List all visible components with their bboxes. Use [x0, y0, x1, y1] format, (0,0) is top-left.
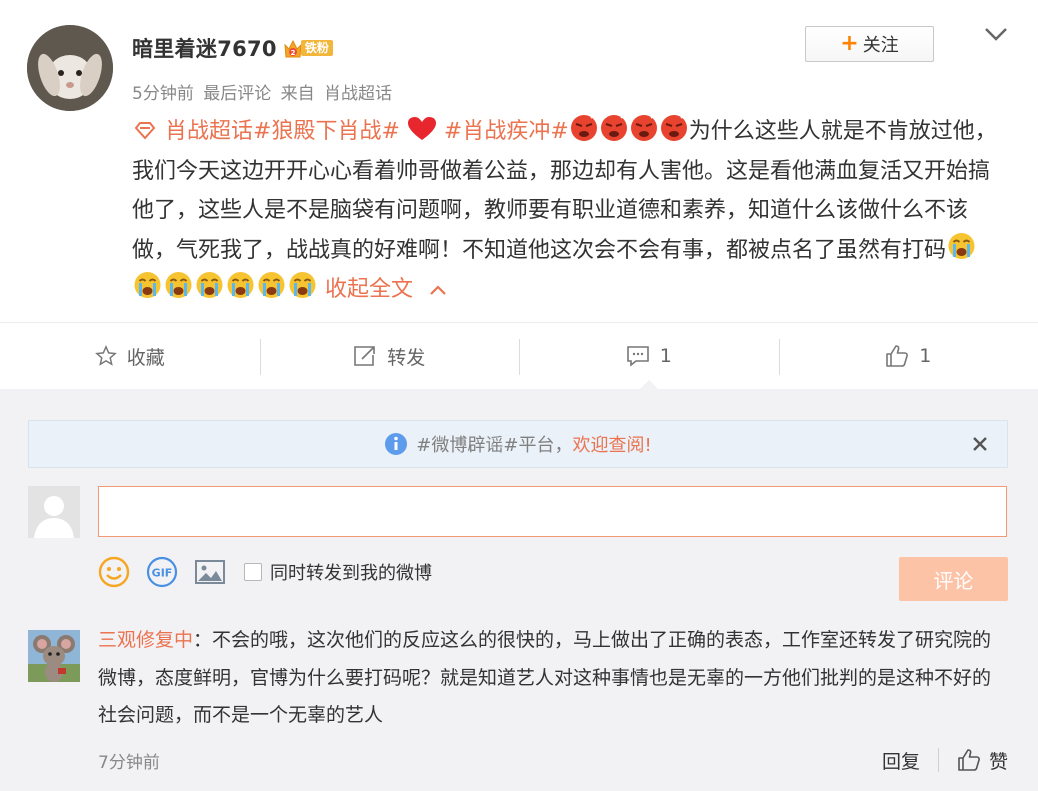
submit-comment-button[interactable]: 评论	[899, 557, 1008, 601]
topic-link-2[interactable]: #肖战疾冲#	[444, 119, 569, 144]
diamond-topic-icon	[134, 122, 156, 140]
rabbit-photo	[27, 25, 113, 111]
default-avatar-icon	[28, 486, 80, 538]
comment-text: ：不会的哦，这次他们的反应这么的很快的，马上做出了正确的表态，工作室还转发了研究…	[98, 629, 992, 726]
divider	[937, 748, 939, 772]
author-avatar[interactable]	[27, 25, 113, 111]
repost-icon	[354, 346, 376, 366]
chevron-down-icon[interactable]	[984, 26, 1008, 42]
image-icon	[195, 560, 225, 584]
repost-checkbox[interactable]: 同时转发到我的微博	[244, 559, 432, 585]
crying-face-icon	[258, 272, 285, 298]
follow-button[interactable]: + 关注	[805, 26, 934, 62]
svg-text:GIF: GIF	[152, 567, 173, 580]
crying-face-icon	[948, 232, 975, 259]
crying-face-icon	[227, 272, 254, 298]
topic-link-1[interactable]: #狼殿下肖战#	[253, 119, 400, 144]
crying-face-icon	[165, 272, 192, 298]
comment-content: 三观修复中：不会的哦，这次他们的反应这么的很快的，马上做出了正确的表态，工作室还…	[98, 622, 1008, 735]
fan-badge[interactable]: 2 铁粉	[283, 37, 333, 59]
fan-badge-label: 铁粉	[300, 40, 333, 56]
smiley-icon	[98, 556, 130, 588]
plus-icon: +	[840, 31, 859, 56]
gif-button[interactable]: GIF	[146, 556, 178, 588]
weibo-post: 暗里着迷7670 2 铁粉 5分钟前 最后评论 来自 肖战超话 + 关注 肖战超…	[0, 0, 1038, 322]
angry-face-icon	[600, 113, 627, 141]
rumor-notice-banner: #微博辟谣#平台， 欢迎查阅!	[28, 420, 1008, 468]
collapse-label: 收起全文	[325, 277, 414, 302]
gif-icon: GIF	[146, 556, 178, 588]
last-comment-label: 最后评论	[203, 84, 272, 104]
notice-link[interactable]: 欢迎查阅!	[572, 431, 651, 457]
post-time[interactable]: 5分钟前	[132, 84, 194, 104]
angry-face-icons	[569, 113, 689, 144]
checkbox-box[interactable]	[244, 563, 262, 581]
commenter-avatar[interactable]	[28, 630, 80, 682]
author-username[interactable]: 暗里着迷7670	[132, 33, 277, 63]
image-button[interactable]	[194, 558, 226, 586]
current-user-avatar	[28, 486, 80, 538]
comment-time: 7分钟前	[98, 752, 160, 773]
mouse-cartoon-avatar	[28, 630, 80, 682]
reply-button[interactable]: 回复	[882, 747, 938, 774]
collapse-text-link[interactable]: 收起全文	[325, 277, 454, 302]
angry-face-icon	[630, 113, 657, 141]
post-source[interactable]: 肖战超话	[324, 84, 392, 104]
comment-button[interactable]: 1	[519, 323, 779, 389]
post-meta: 5分钟前 最后评论 来自 肖战超话	[132, 79, 396, 104]
fan-level: 2	[290, 49, 295, 57]
comment-footer: 7分钟前 回复 赞	[98, 742, 1008, 778]
fan-crown-icon: 2	[284, 39, 302, 58]
thumbs-up-icon	[886, 345, 909, 367]
like-button[interactable]: 1	[778, 323, 1038, 389]
like-count: 1	[919, 345, 932, 367]
comment-like-label: 赞	[988, 750, 1008, 773]
favorite-button[interactable]: 收藏	[0, 323, 260, 389]
info-icon	[385, 433, 408, 455]
commenter-username[interactable]: 三观修复中	[98, 629, 193, 651]
supertopic-link[interactable]: 肖战超话	[165, 119, 253, 144]
notice-topic[interactable]: #微博辟谣#平台，	[416, 431, 572, 457]
favorite-label: 收藏	[126, 346, 165, 369]
comment-input[interactable]	[98, 486, 1007, 537]
author-row: 暗里着迷7670 2 铁粉	[132, 33, 333, 63]
repost-option-label: 同时转发到我的微博	[270, 563, 432, 584]
post-action-bar: 收藏 转发 1 1	[0, 322, 1038, 389]
crying-face-icon	[289, 272, 316, 298]
angry-face-icon	[660, 113, 687, 141]
angry-face-icon	[570, 113, 597, 141]
repost-button[interactable]: 转发	[259, 323, 520, 389]
chevron-up-icon	[430, 285, 446, 295]
comment-section: #微博辟谣#平台， 欢迎查阅! GIF 同时转发到我的微博 评论 三观修复中：不…	[0, 389, 1038, 791]
crying-face-icon	[196, 272, 223, 298]
comment-like-button[interactable]: 赞	[957, 747, 1008, 774]
comment-toolbar: GIF 同时转发到我的微博	[98, 554, 432, 590]
emoji-button[interactable]	[98, 556, 130, 588]
source-prefix: 来自	[280, 84, 315, 104]
red-heart-icon	[407, 117, 436, 140]
crying-face-icon	[134, 272, 161, 298]
star-icon	[94, 345, 117, 366]
post-content: 肖战超话#狼殿下肖战# #肖战疾冲# 为什么这些人就是不肯放过他，我们今天这边开开…	[132, 112, 1002, 310]
comment-icon	[626, 346, 649, 367]
thumbs-up-icon	[958, 749, 980, 771]
repost-label: 转发	[387, 346, 426, 369]
comment-count: 1	[659, 345, 672, 367]
follow-label: 关注	[862, 35, 899, 56]
close-icon[interactable]	[969, 433, 991, 455]
